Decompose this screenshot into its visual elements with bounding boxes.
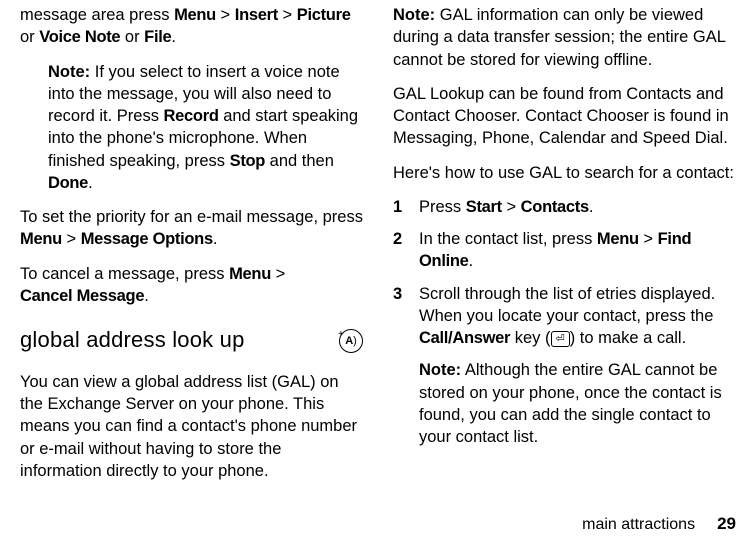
menu-label: Menu bbox=[229, 265, 271, 283]
note-voice: Note: If you select to insert a voice no… bbox=[48, 61, 363, 195]
footer-page-number: 29 bbox=[717, 513, 736, 536]
text: To set the priority for an e-mail messag… bbox=[20, 208, 363, 226]
stop-label: Stop bbox=[230, 152, 265, 170]
text: . bbox=[144, 287, 149, 305]
message-options-label: Message Options bbox=[81, 230, 213, 248]
start-label: Start bbox=[466, 198, 502, 216]
note-gal-offline: Note: GAL information can only be viewed… bbox=[393, 4, 736, 71]
sep: > bbox=[216, 6, 235, 24]
sep: > bbox=[62, 230, 81, 248]
contacts-label: Contacts bbox=[521, 198, 589, 216]
text: In the contact list, press bbox=[419, 230, 597, 248]
text: and then bbox=[265, 152, 334, 170]
insert-label: Insert bbox=[235, 6, 278, 24]
text: ) to make a call. bbox=[570, 329, 686, 347]
text: key ( bbox=[510, 329, 550, 347]
text: . bbox=[469, 252, 474, 270]
step-2: 2 In the contact list, press Menu > Find… bbox=[393, 228, 736, 273]
footer-section-name: main attractions bbox=[582, 514, 695, 536]
text: Scroll through the list of etries displa… bbox=[419, 285, 715, 325]
note-gal-single-contact: Note: Although the entire GAL cannot be … bbox=[419, 359, 736, 448]
text: Press bbox=[419, 198, 466, 216]
text: . bbox=[589, 198, 594, 216]
left-column: message area press Menu > Insert > Pictu… bbox=[20, 4, 363, 503]
call-key-icon: ⏎ bbox=[551, 331, 570, 347]
step-number: 1 bbox=[393, 196, 419, 218]
step-body: In the contact list, press Menu > Find O… bbox=[419, 228, 736, 273]
text: GAL information can only be viewed durin… bbox=[393, 6, 725, 69]
step-body: Scroll through the list of etries displa… bbox=[419, 283, 736, 459]
voicenote-label: Voice Note bbox=[39, 28, 120, 46]
insert-instruction: message area press Menu > Insert > Pictu… bbox=[20, 4, 363, 49]
call-answer-label: Call/Answer bbox=[419, 329, 510, 347]
gal-howto-intro: Here's how to use GAL to search for a co… bbox=[393, 162, 736, 184]
note-label: Note: bbox=[419, 361, 461, 379]
step-1: 1 Press Start > Contacts. bbox=[393, 196, 736, 218]
cancel-instruction: To cancel a message, press Menu > Cancel… bbox=[20, 263, 363, 308]
text: . bbox=[213, 230, 218, 248]
menu-label: Menu bbox=[20, 230, 62, 248]
note-label: Note: bbox=[393, 6, 435, 24]
text: message area press bbox=[20, 6, 174, 24]
file-label: File bbox=[144, 28, 171, 46]
cancel-message-label: Cancel Message bbox=[20, 287, 144, 305]
note-label: Note: bbox=[48, 63, 90, 81]
step-number: 3 bbox=[393, 283, 419, 459]
text: or bbox=[20, 28, 39, 46]
text: . bbox=[171, 28, 176, 46]
sep: > bbox=[278, 6, 297, 24]
text: To cancel a message, press bbox=[20, 265, 229, 283]
text: . bbox=[88, 174, 93, 192]
priority-instruction: To set the priority for an e-mail messag… bbox=[20, 206, 363, 251]
record-label: Record bbox=[164, 107, 219, 125]
text: Although the entire GAL cannot be stored… bbox=[419, 361, 722, 446]
sync-icon: A) bbox=[339, 329, 363, 353]
section-heading-gal: global address look up bbox=[20, 325, 245, 355]
sep: > bbox=[502, 198, 521, 216]
step-body: Press Start > Contacts. bbox=[419, 196, 736, 218]
sep: > bbox=[639, 230, 658, 248]
right-column: Note: GAL information can only be viewed… bbox=[393, 4, 736, 503]
gal-description: You can view a global address list (GAL)… bbox=[20, 371, 363, 482]
step-3: 3 Scroll through the list of etries disp… bbox=[393, 283, 736, 459]
done-label: Done bbox=[48, 174, 88, 192]
sep: > bbox=[271, 265, 285, 283]
page-footer: main attractions 29 bbox=[20, 513, 736, 536]
gal-lookup-locations: GAL Lookup can be found from Contacts an… bbox=[393, 83, 736, 150]
menu-label: Menu bbox=[174, 6, 216, 24]
menu-label: Menu bbox=[597, 230, 639, 248]
text: or bbox=[120, 28, 144, 46]
step-number: 2 bbox=[393, 228, 419, 273]
picture-label: Picture bbox=[297, 6, 351, 24]
